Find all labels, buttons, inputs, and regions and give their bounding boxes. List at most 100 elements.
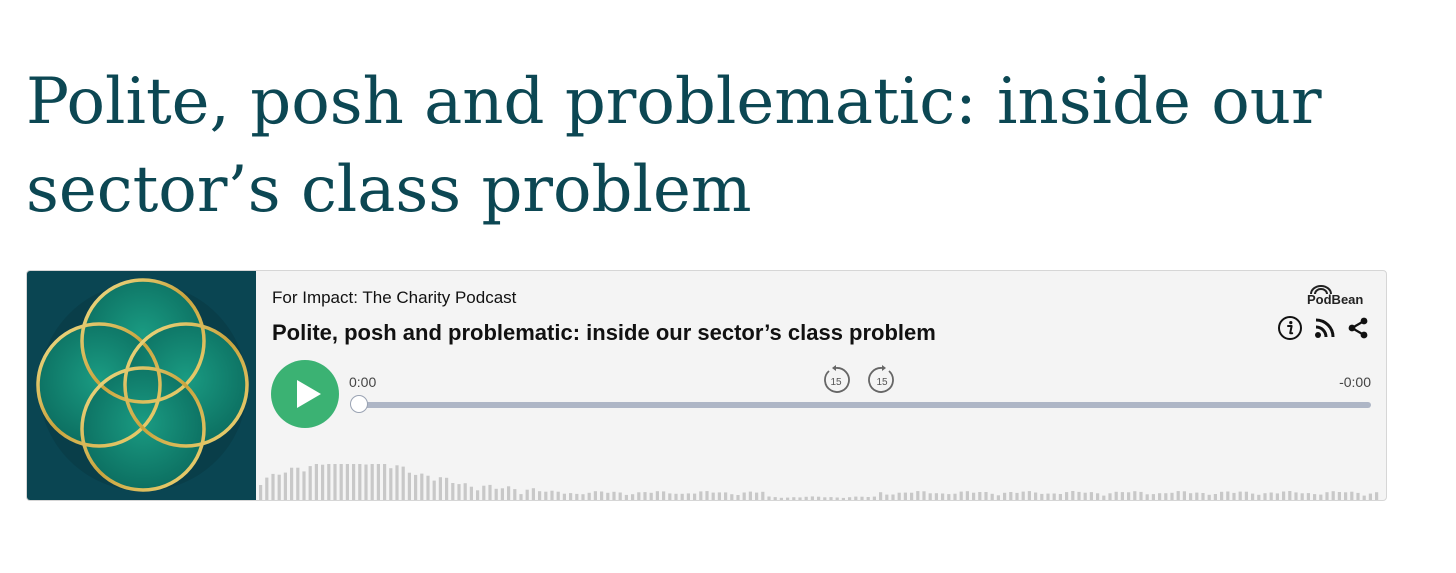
waveform-bar bbox=[928, 493, 932, 500]
waveform-bar bbox=[494, 488, 498, 500]
waveform-bar bbox=[897, 492, 901, 500]
waveform-bar bbox=[711, 492, 715, 500]
waveform-bar bbox=[1257, 494, 1261, 500]
waveform-bar bbox=[773, 497, 777, 500]
waveform-bar bbox=[513, 489, 517, 500]
waveform-bar bbox=[1269, 492, 1273, 500]
waveform-bar bbox=[277, 474, 281, 500]
waveform-bar bbox=[383, 464, 387, 500]
waveform-bar bbox=[1350, 491, 1354, 500]
waveform-bar bbox=[922, 491, 926, 500]
waveform-bar bbox=[593, 491, 597, 500]
waveform-bar bbox=[1356, 492, 1360, 500]
waveform-bar bbox=[798, 497, 802, 500]
waveform-bar bbox=[1207, 494, 1211, 500]
waveform-bar bbox=[1306, 493, 1310, 500]
waveform-bar bbox=[1182, 491, 1186, 500]
share-icon[interactable] bbox=[1345, 315, 1371, 341]
waveform-bar bbox=[482, 485, 486, 500]
waveform-bar bbox=[686, 493, 690, 500]
waveform-bar bbox=[259, 485, 263, 500]
waveform-bar bbox=[1220, 491, 1224, 500]
waveform-bar bbox=[283, 472, 287, 500]
waveform-bar bbox=[1375, 492, 1379, 500]
waveform-bar bbox=[500, 488, 504, 500]
waveform-bar bbox=[1337, 492, 1341, 500]
waveform-bar bbox=[804, 496, 808, 500]
waveform-bar bbox=[618, 492, 622, 500]
waveform-bar bbox=[1288, 491, 1292, 500]
waveform-bar bbox=[792, 497, 796, 500]
waveform-bar bbox=[643, 492, 647, 500]
waveform-bar bbox=[1089, 492, 1093, 500]
info-icon[interactable] bbox=[1277, 315, 1303, 341]
waveform-bar bbox=[953, 493, 957, 500]
remaining-time: -0:00 bbox=[1339, 374, 1371, 390]
waveform-bar bbox=[1139, 491, 1143, 500]
waveform-bar bbox=[1344, 492, 1348, 500]
waveform-bar bbox=[538, 491, 542, 500]
waveform-bar bbox=[1189, 493, 1193, 500]
forward-15-button[interactable]: 15 bbox=[867, 365, 897, 395]
waveform-bar bbox=[314, 464, 318, 500]
waveform-bar bbox=[885, 494, 889, 500]
podcast-player: For Impact: The Charity Podcast Polite, … bbox=[26, 270, 1387, 501]
waveform[interactable] bbox=[259, 460, 1386, 500]
waveform-bar bbox=[1331, 491, 1335, 500]
waveform-bar bbox=[333, 464, 337, 500]
waveform-bar bbox=[755, 492, 759, 500]
podbean-logo[interactable]: PodBean bbox=[1307, 285, 1371, 307]
waveform-bar bbox=[339, 464, 343, 500]
waveform-bar bbox=[612, 491, 616, 500]
waveform-bar bbox=[1294, 492, 1298, 500]
rss-icon[interactable] bbox=[1312, 315, 1338, 341]
waveform-bar bbox=[705, 491, 709, 500]
waveform-bar bbox=[358, 464, 362, 500]
waveform-bar bbox=[352, 464, 356, 500]
waveform-bar bbox=[364, 464, 368, 500]
waveform-bar bbox=[866, 497, 870, 500]
waveform-bar bbox=[531, 488, 535, 500]
play-button[interactable] bbox=[271, 360, 339, 428]
waveform-bar bbox=[1251, 493, 1255, 500]
waveform-bar bbox=[1244, 491, 1248, 500]
waveform-bar bbox=[668, 493, 672, 500]
waveform-bar bbox=[736, 495, 740, 500]
waveform-bar bbox=[463, 483, 467, 500]
podcast-name[interactable]: For Impact: The Charity Podcast bbox=[272, 288, 516, 308]
waveform-bar bbox=[1040, 493, 1044, 500]
waveform-bar bbox=[1238, 491, 1242, 500]
current-time: 0:00 bbox=[349, 374, 377, 390]
waveform-bar bbox=[829, 497, 833, 500]
waveform-bar bbox=[550, 490, 554, 500]
waveform-bar bbox=[1362, 495, 1366, 500]
waveform-bar bbox=[308, 466, 312, 500]
waveform-bar bbox=[327, 464, 331, 500]
waveform-bar bbox=[662, 491, 666, 500]
waveform-bar bbox=[1275, 493, 1279, 500]
waveform-bar bbox=[525, 489, 529, 500]
waveform-bar bbox=[835, 497, 839, 500]
waveform-bar bbox=[1133, 491, 1137, 500]
waveform-bar bbox=[1034, 492, 1038, 500]
waveform-bar bbox=[841, 497, 845, 500]
waveform-bar bbox=[271, 473, 275, 500]
forward-seconds: 15 bbox=[876, 377, 888, 388]
waveform-bar bbox=[1027, 491, 1031, 500]
waveform-bar bbox=[767, 496, 771, 500]
rewind-15-button[interactable]: 15 bbox=[821, 365, 851, 395]
waveform-bar bbox=[1058, 494, 1062, 500]
waveform-bar bbox=[1009, 492, 1013, 500]
episode-title[interactable]: Polite, posh and problematic: inside our… bbox=[272, 320, 936, 346]
waveform-bar bbox=[730, 494, 734, 500]
waveform-bar bbox=[1226, 491, 1230, 500]
progress-bar[interactable] bbox=[360, 402, 1371, 408]
waveform-bar bbox=[903, 492, 907, 500]
waveform-bar bbox=[748, 491, 752, 500]
waveform-bar bbox=[370, 464, 374, 500]
progress-handle[interactable] bbox=[350, 395, 368, 413]
waveform-bar bbox=[438, 477, 442, 500]
waveform-bar bbox=[414, 474, 418, 500]
waveform-bar bbox=[717, 492, 721, 500]
waveform-bar bbox=[389, 468, 393, 500]
